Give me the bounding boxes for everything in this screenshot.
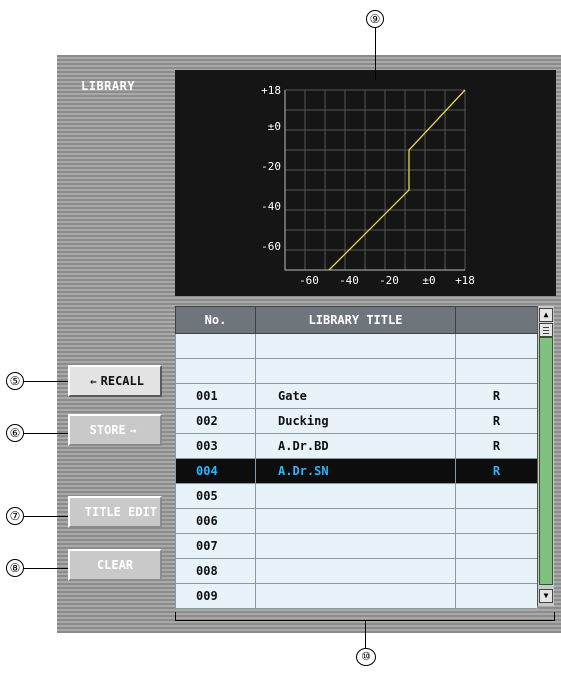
x-tick-label: -40	[339, 274, 359, 287]
cell-title	[255, 358, 456, 384]
callout-6: ⑥	[6, 424, 24, 442]
cell-flag	[455, 558, 538, 584]
cell-no: 006	[175, 508, 256, 534]
cell-title: Ducking	[255, 408, 456, 434]
table-row[interactable]: 006	[175, 508, 538, 534]
header-flag	[455, 306, 538, 334]
y-tick-label: ±0	[268, 120, 281, 133]
callout-line-7	[24, 516, 68, 517]
cell-no	[175, 333, 256, 359]
library-table: No. LIBRARY TITLE 001 Gate R 002 Ducking R 003…	[175, 306, 538, 609]
header-library-title: LIBRARY TITLE	[255, 306, 456, 334]
title-edit-button[interactable]: TITLE EDIT	[68, 496, 162, 528]
table-row[interactable]: 002 Ducking R	[175, 408, 538, 434]
recall-label: RECALL	[100, 374, 144, 388]
x-tick-label: ±0	[422, 274, 435, 287]
callout-7: ⑦	[6, 507, 24, 525]
scroll-down-icon[interactable]: ▼	[539, 589, 553, 603]
graph-grid	[284, 89, 466, 271]
cell-flag: R	[455, 458, 538, 484]
clear-button[interactable]: CLEAR	[68, 549, 162, 581]
cell-flag	[455, 583, 538, 609]
right-arrow-icon: →	[129, 423, 137, 437]
callout-5: ⑤	[6, 372, 24, 390]
table-row[interactable]: 004 A.Dr.SN R	[175, 458, 538, 484]
cell-title	[255, 558, 456, 584]
cell-flag	[455, 333, 538, 359]
dynamics-graph: +18 ±0 -20 -40 -60 -60 -40 -20 ±0 +18	[175, 70, 556, 296]
cell-flag	[455, 483, 538, 509]
callout-9: ⑨	[366, 10, 384, 28]
table-row[interactable]: 003 A.Dr.BD R	[175, 433, 538, 459]
x-tick-label: -60	[299, 274, 319, 287]
cell-flag	[455, 533, 538, 559]
cell-title: Gate	[255, 383, 456, 409]
cell-flag	[455, 358, 538, 384]
table-row[interactable]	[175, 358, 538, 384]
table-row[interactable]: 005	[175, 483, 538, 509]
cell-title	[255, 483, 456, 509]
table-header-row: No. LIBRARY TITLE	[175, 306, 538, 334]
table-row[interactable]	[175, 333, 538, 359]
y-tick-label: -60	[261, 240, 281, 253]
cell-no: 007	[175, 533, 256, 559]
x-tick-label: +18	[455, 274, 475, 287]
table-row[interactable]: 008	[175, 558, 538, 584]
graph-axes	[284, 90, 465, 271]
store-button[interactable]: STORE →	[68, 414, 162, 446]
y-tick-label: +18	[261, 84, 281, 97]
cell-no: 003	[175, 433, 256, 459]
cell-flag: R	[455, 383, 538, 409]
cell-title: A.Dr.BD	[255, 433, 456, 459]
y-tick-label: -20	[261, 160, 281, 173]
scroll-up-icon[interactable]: ▲	[539, 308, 553, 322]
callout-8: ⑧	[6, 559, 24, 577]
x-tick-label: -20	[379, 274, 399, 287]
cell-title: A.Dr.SN	[255, 458, 456, 484]
library-label: LIBRARY	[81, 79, 136, 93]
cell-no: 008	[175, 558, 256, 584]
cell-no: 009	[175, 583, 256, 609]
cell-title	[255, 508, 456, 534]
cell-no: 002	[175, 408, 256, 434]
cell-title	[255, 533, 456, 559]
clear-label: CLEAR	[96, 558, 134, 572]
y-axis-labels: +18 ±0 -20 -40 -60	[261, 84, 281, 253]
table-row[interactable]: 009	[175, 583, 538, 609]
cell-no: 005	[175, 483, 256, 509]
title-edit-label: TITLE EDIT	[84, 505, 157, 519]
callout-line-9	[375, 28, 376, 80]
cell-title	[255, 583, 456, 609]
header-no: No.	[175, 306, 256, 334]
cell-no: 001	[175, 383, 256, 409]
table-row[interactable]: 007	[175, 533, 538, 559]
cell-no	[175, 358, 256, 384]
cell-flag: R	[455, 433, 538, 459]
scroll-thumb[interactable]	[539, 323, 553, 337]
table-scrollbar[interactable]: ▲ ▼	[537, 306, 554, 606]
callout-line-6	[24, 433, 68, 434]
y-tick-label: -40	[261, 200, 281, 213]
table-row[interactable]: 001 Gate R	[175, 383, 538, 409]
scroll-track[interactable]	[539, 337, 553, 585]
x-axis-labels: -60 -40 -20 ±0 +18	[299, 274, 475, 287]
cell-no: 004	[175, 458, 256, 484]
recall-button[interactable]: ← RECALL	[68, 365, 162, 397]
callout-line-8	[24, 568, 68, 569]
cell-flag	[455, 508, 538, 534]
callout-line-5	[24, 381, 68, 382]
store-label: STORE	[89, 423, 126, 437]
callout-line-10	[365, 620, 366, 648]
cell-title	[255, 333, 456, 359]
graph-svg: +18 ±0 -20 -40 -60 -60 -40 -20 ±0 +18	[261, 84, 475, 287]
left-arrow-icon: ←	[90, 374, 97, 388]
cell-flag: R	[455, 408, 538, 434]
callout-10: ⑩	[356, 648, 376, 666]
